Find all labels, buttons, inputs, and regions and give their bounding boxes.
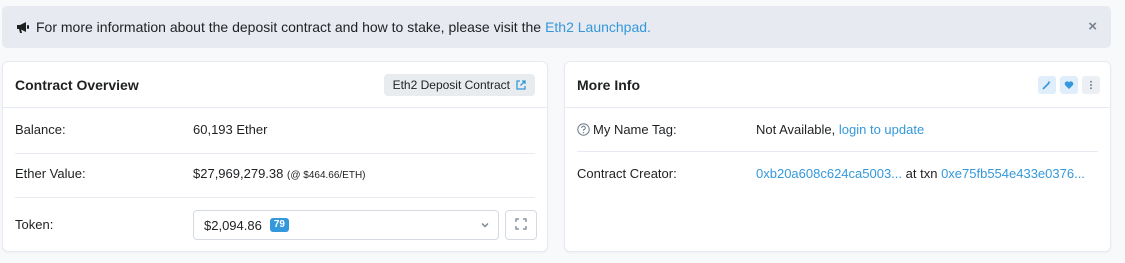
ether-price: (@ $464.66/ETH) bbox=[287, 170, 366, 181]
creator-txn-link[interactable]: 0xe75fb554e433e0376... bbox=[941, 166, 1085, 181]
more-info-header: More Info bbox=[565, 62, 1110, 108]
at-txn-text: at txn bbox=[905, 166, 938, 181]
contract-creator-label: Contract Creator: bbox=[577, 166, 677, 181]
token-holdings-dropdown[interactable]: $2,094.86 79 bbox=[193, 210, 499, 240]
more-info-card: More Info My Name Tag: Not Available, lo… bbox=[564, 61, 1111, 252]
name-tag-label: My Name Tag: bbox=[577, 122, 677, 137]
expand-button[interactable] bbox=[505, 210, 537, 240]
magic-wand-icon bbox=[1042, 78, 1052, 93]
name-tag-label-text: My Name Tag: bbox=[593, 122, 677, 137]
name-tag-row: My Name Tag: Not Available, login to upd… bbox=[577, 122, 1098, 137]
balance-value: 60,193 Ether bbox=[193, 122, 268, 137]
token-value: $2,094.86 bbox=[204, 217, 262, 233]
ether-value-label: Ether Value: bbox=[15, 166, 86, 181]
eth2-deposit-contract-label: Eth2 Deposit Contract bbox=[392, 78, 510, 92]
question-circle-icon[interactable] bbox=[577, 123, 590, 136]
ether-value-amount: $27,969,279.38 bbox=[193, 166, 284, 181]
more-options-button[interactable] bbox=[1082, 76, 1100, 94]
card-title: More Info bbox=[577, 76, 640, 93]
ellipsis-vertical-icon bbox=[1086, 78, 1096, 93]
balance-label: Balance: bbox=[15, 122, 66, 137]
card-title: Contract Overview bbox=[15, 76, 139, 93]
token-count-badge: 79 bbox=[269, 218, 289, 232]
creator-address-link[interactable]: 0xb20a608c624ca5003... bbox=[756, 166, 902, 181]
more-info-actions bbox=[1038, 76, 1100, 94]
chevron-down-icon bbox=[480, 220, 490, 230]
divider bbox=[15, 197, 535, 198]
close-icon[interactable]: × bbox=[1088, 18, 1097, 35]
external-link-icon bbox=[516, 80, 526, 90]
alert-text: For more information about the deposit c… bbox=[36, 19, 542, 35]
balance-row: Balance: 60,193 Ether bbox=[15, 122, 535, 137]
name-tag-value: Not Available, login to update bbox=[756, 122, 924, 137]
token-label: Token: bbox=[15, 217, 54, 232]
contract-creator-value: 0xb20a608c624ca5003... at txn 0xe75fb554… bbox=[756, 166, 1085, 181]
eth2-launchpad-link[interactable]: Eth2 Launchpad. bbox=[545, 19, 651, 35]
ether-value-row: Ether Value: $27,969,279.38 (@ $464.66/E… bbox=[15, 166, 535, 181]
expand-icon bbox=[515, 217, 527, 233]
magic-wand-button[interactable] bbox=[1038, 76, 1056, 94]
name-tag-status: Not Available, bbox=[756, 122, 836, 137]
contract-overview-card: Contract Overview Eth2 Deposit Contract … bbox=[2, 61, 548, 252]
divider bbox=[15, 153, 535, 154]
megaphone-icon bbox=[16, 20, 30, 34]
login-to-update-link[interactable]: login to update bbox=[839, 122, 924, 137]
ether-value: $27,969,279.38 (@ $464.66/ETH) bbox=[193, 166, 366, 181]
divider bbox=[577, 151, 1098, 152]
eth2-deposit-contract-button[interactable]: Eth2 Deposit Contract bbox=[383, 74, 535, 96]
info-alert: For more information about the deposit c… bbox=[2, 6, 1111, 48]
heart-icon bbox=[1064, 78, 1074, 93]
contract-creator-row: Contract Creator: 0xb20a608c624ca5003...… bbox=[577, 166, 1098, 181]
contract-overview-header: Contract Overview Eth2 Deposit Contract bbox=[3, 62, 547, 108]
favorite-button[interactable] bbox=[1060, 76, 1078, 94]
